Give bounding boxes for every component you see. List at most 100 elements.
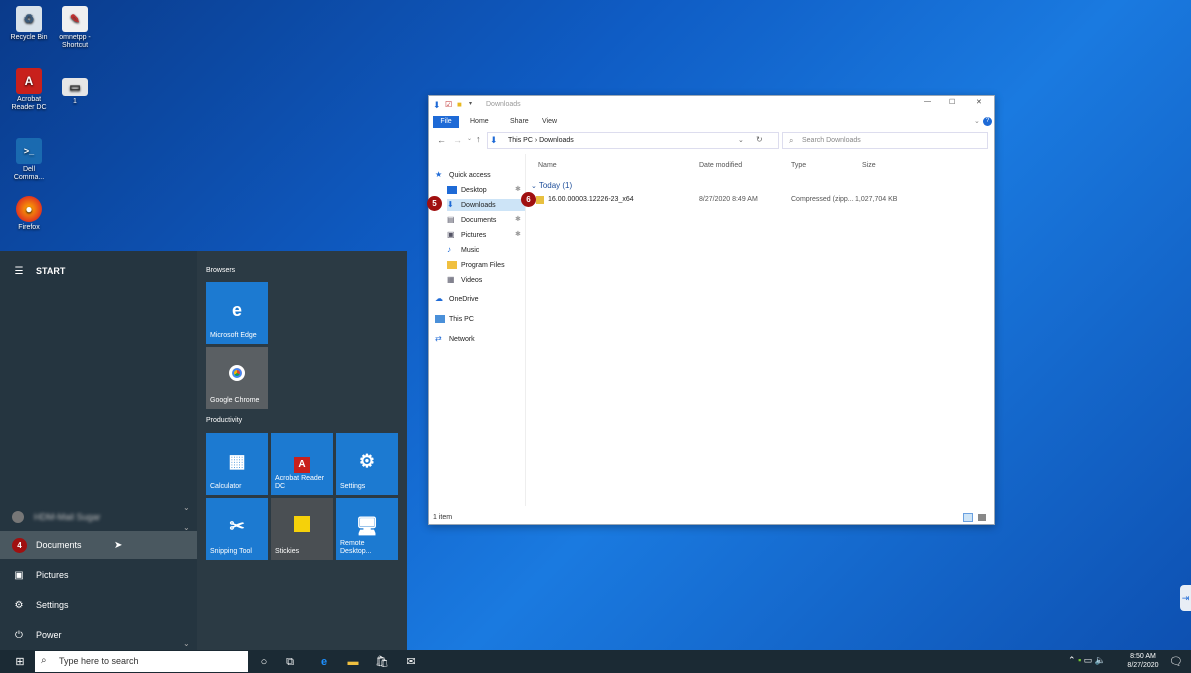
tile-snipping-tool[interactable]: ✂ Snipping Tool — [206, 498, 268, 560]
start-item-power[interactable]: ⏻ Power — [0, 621, 197, 649]
group-header-today[interactable]: ⌄ Today (1) — [531, 181, 572, 190]
nav-this-pc[interactable]: This PC — [435, 313, 474, 325]
nav-onedrive[interactable]: ☁ OneDrive — [435, 293, 479, 305]
chevron-down-icon[interactable]: ▾ — [469, 100, 472, 107]
nav-label: Downloads — [461, 201, 496, 209]
nav-quick-access[interactable]: ★ Quick access — [435, 169, 491, 181]
chevron-down-icon[interactable]: ⌄ — [183, 523, 190, 532]
desktop-folder-icon — [447, 186, 457, 194]
help-icon[interactable]: ? — [983, 117, 992, 126]
windows-start-button[interactable]: ⊞ — [12, 654, 28, 670]
column-type[interactable]: Type — [791, 162, 806, 169]
tile-label: Remote Desktop... — [340, 540, 372, 555]
up-arrow-icon[interactable]: ↑ — [476, 134, 481, 144]
start-item-settings[interactable]: ⚙ Settings — [0, 591, 197, 619]
clock-date: 8/27/2020 — [1127, 662, 1159, 669]
column-size[interactable]: Size — [862, 162, 876, 169]
mail-icon[interactable]: ✉ — [403, 654, 419, 670]
nav-network[interactable]: ⇄ Network — [435, 333, 475, 345]
start-header-label: START — [36, 266, 66, 276]
group-label: Today (1) — [538, 181, 573, 190]
properties-icon[interactable]: ☑ — [445, 100, 452, 109]
download-arrow-icon: ⬇ — [490, 135, 498, 145]
user-account[interactable]: HDM-Mail Sugar — [0, 503, 197, 531]
pin-icon[interactable]: ✱ — [515, 215, 521, 223]
status-bar-count: 1 item — [433, 514, 453, 521]
tile-settings[interactable]: ⚙ Settings — [336, 433, 398, 495]
chevron-down-icon[interactable]: ⌄ — [974, 117, 980, 125]
tab-file[interactable]: File — [433, 116, 459, 128]
nav-desktop[interactable]: Desktop — [447, 184, 487, 196]
step-badge-5: 5 — [427, 196, 442, 211]
document-icon: ▤ — [447, 215, 455, 224]
folder-icon[interactable]: ■ — [457, 100, 462, 109]
desktop-icon-firefox[interactable]: ● Firefox — [7, 196, 51, 232]
network-tray-icon: ▪ — [1078, 655, 1082, 665]
large-icons-view-icon[interactable] — [978, 514, 986, 521]
desktop-icon-1[interactable]: ▭ 1 — [53, 78, 97, 106]
pin-icon[interactable]: ✱ — [515, 185, 521, 193]
ribbon-tabs: File Home Share View ⌄ ? — [429, 114, 994, 130]
nav-pictures[interactable]: ▣ Pictures — [447, 229, 486, 241]
minimize-button[interactable]: — — [924, 98, 931, 105]
start-header[interactable]: ☰ START — [0, 257, 197, 285]
details-view-icon[interactable] — [963, 513, 973, 522]
chevron-down-icon[interactable]: ⌄ — [738, 136, 744, 144]
back-arrow-icon[interactable]: ← — [437, 135, 446, 145]
tray-icons[interactable]: ⌃ ▪ ▭ 🔈 — [1068, 655, 1106, 666]
tile-remote-desktop[interactable]: 🖥 Remote Desktop... — [336, 498, 398, 560]
tile-google-chrome[interactable]: Google Chrome — [206, 347, 268, 409]
step-badge-6: 6 — [521, 192, 536, 207]
nav-label: Quick access — [449, 171, 491, 179]
chevron-down-icon[interactable]: ⌄ — [467, 135, 472, 142]
close-button[interactable]: ✕ — [976, 98, 982, 106]
nav-videos[interactable]: ▦ Videos — [447, 274, 482, 286]
tile-acrobat-reader[interactable]: A Acrobat Reader DC — [271, 433, 333, 495]
desktop-icon-acrobat[interactable]: A Acrobat Reader DC — [7, 68, 51, 112]
clock[interactable]: 8:50 AM 8/27/2020 — [1124, 652, 1162, 670]
notification-icon[interactable]: 🗨 — [1168, 654, 1184, 670]
nav-music[interactable]: ♪ Music — [447, 244, 479, 256]
desktop-icon-label: Acrobat Reader DC — [11, 96, 47, 111]
omnetpp-icon: ✎ — [62, 6, 88, 32]
edge-icon[interactable]: e — [316, 654, 332, 670]
tile-stickies[interactable]: Stickies — [271, 498, 333, 560]
file-row[interactable]: 16.00.00003.12226-23_x64 8/27/2020 8:49 … — [536, 194, 988, 206]
pin-icon[interactable]: ✱ — [515, 230, 521, 238]
start-item-pictures[interactable]: ▣ Pictures — [0, 561, 197, 589]
desktop-icon-omnetpp[interactable]: ✎ omnetpp - Shortcut — [53, 6, 97, 50]
volume-icon: 🔈 — [1094, 655, 1107, 665]
start-item-documents[interactable]: Documents ➤ — [0, 531, 197, 559]
tile-label: Snipping Tool — [210, 548, 252, 555]
store-icon[interactable]: 🛍 — [374, 654, 390, 670]
desktop-icon-label: Firefox — [18, 224, 40, 231]
chevron-down-icon[interactable]: ⌄ — [183, 639, 190, 648]
column-name[interactable]: Name — [538, 162, 557, 169]
chevron-down-icon[interactable]: ⌄ — [183, 503, 190, 512]
side-widget-icon[interactable]: ⇥ — [1180, 585, 1191, 611]
start-menu-left-pane: ☰ START HDM-Mail Sugar Documents ➤ ▣ Pic… — [0, 251, 197, 650]
remote-desktop-icon: 🖥 — [355, 516, 379, 536]
nav-documents[interactable]: ▤ Documents — [447, 214, 496, 226]
tab-view[interactable]: View — [542, 118, 557, 125]
maximize-button[interactable]: ☐ — [949, 98, 955, 106]
nav-program-files[interactable]: Program Files — [447, 259, 505, 271]
file-explorer-icon[interactable]: ▬ — [345, 654, 361, 670]
taskbar-search-box[interactable]: ⌕ Type here to search — [35, 651, 248, 672]
tab-share[interactable]: Share — [510, 118, 529, 125]
task-view-icon[interactable]: ⧉ — [282, 654, 298, 670]
nav-downloads[interactable]: ⬇ Downloads — [447, 199, 525, 211]
tile-microsoft-edge[interactable]: e Microsoft Edge — [206, 282, 268, 344]
tab-home[interactable]: Home — [470, 118, 489, 125]
refresh-icon[interactable]: ↻ — [756, 135, 763, 144]
tile-calculator[interactable]: ▦ Calculator — [206, 433, 268, 495]
address-bar[interactable]: ⬇ This PC › Downloads ⌄ ↻ — [487, 132, 779, 149]
forward-arrow-icon[interactable]: → — [453, 135, 462, 145]
desktop-icon-dell-command[interactable]: >_ Dell Comma... — [7, 138, 51, 182]
cortana-icon[interactable]: ○ — [256, 654, 272, 670]
desktop-icon-recycle-bin[interactable]: ♻ Recycle Bin — [7, 6, 51, 42]
search-box[interactable]: ⌕ Search Downloads — [782, 132, 988, 149]
column-date-modified[interactable]: Date modified — [699, 162, 742, 169]
pictures-icon: ▣ — [14, 569, 24, 581]
navigation-pane: ★ Quick access Desktop ⬇ Downloads ▤ Docume… — [429, 154, 526, 506]
